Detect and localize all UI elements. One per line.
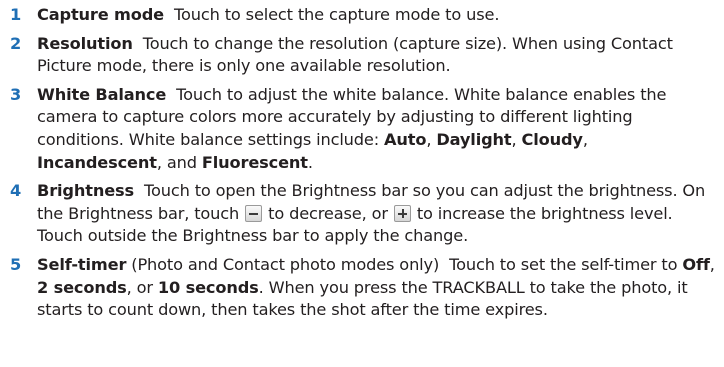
option-10-seconds: 10 seconds — [157, 277, 259, 297]
item-term: White Balance — [37, 84, 167, 104]
separator: , — [426, 129, 437, 149]
list-item-resolution: 2 Resolution Touch to change the resolut… — [0, 33, 724, 78]
item-number: 4 — [10, 181, 22, 201]
list-item-white-balance: 3 White Balance Touch to adjust the whit… — [0, 84, 724, 174]
separator: , and — [156, 152, 202, 172]
item-term: Resolution — [37, 33, 133, 53]
separator: , — [511, 129, 522, 149]
sentence-end: . — [307, 152, 313, 172]
item-description: (Photo and Contact photo modes only) Tou… — [126, 254, 683, 274]
separator: , or — [126, 277, 158, 297]
item-description: Touch to select the capture mode to use. — [164, 5, 500, 24]
option-daylight: Daylight — [436, 129, 512, 149]
minus-icon — [245, 204, 263, 222]
item-term: Capture mode — [37, 5, 165, 24]
option-fluorescent: Fluorescent — [201, 152, 308, 172]
item-description: Touch to change the resolution (capture … — [37, 33, 678, 76]
list-item-self-timer: 5 Self-timer (Photo and Contact photo mo… — [0, 254, 724, 322]
option-cloudy: Cloudy — [521, 129, 583, 149]
separator: , — [582, 129, 588, 149]
item-term: Self-timer — [37, 254, 127, 274]
option-2-seconds: 2 seconds — [37, 277, 127, 297]
item-number: 2 — [10, 33, 22, 53]
plus-icon — [393, 204, 411, 222]
list-item-capture-mode: 1 Capture mode Touch to select the captu… — [0, 4, 724, 27]
option-auto: Auto — [384, 129, 427, 149]
list-item-brightness: 4 Brightness Touch to open the Brightnes… — [0, 180, 724, 248]
item-number: 1 — [10, 5, 22, 24]
item-number: 3 — [10, 84, 22, 104]
item-number: 5 — [10, 254, 22, 274]
item-term: Brightness — [37, 181, 134, 201]
item-description: to decrease, or — [263, 203, 393, 223]
separator: , — [709, 254, 720, 274]
option-incandescent: Incandescent — [37, 152, 157, 172]
camera-settings-list: 1 Capture mode Touch to select the captu… — [0, 0, 724, 367]
option-off: Off — [682, 254, 710, 274]
